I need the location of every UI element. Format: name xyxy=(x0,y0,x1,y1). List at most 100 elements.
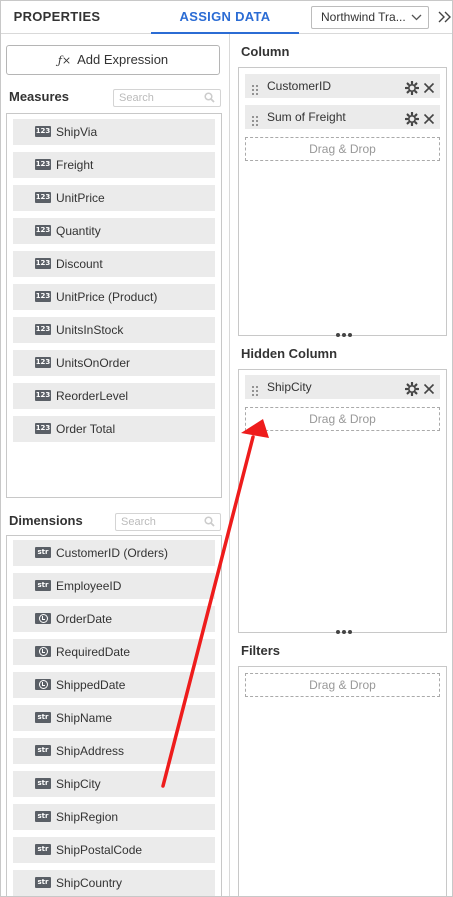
filters-drag-drop-area[interactable]: Drag & Drop xyxy=(245,673,440,697)
gear-icon[interactable] xyxy=(404,110,420,127)
dimension-item-label: ShipName xyxy=(56,711,113,725)
measure-item-label: ReorderLevel xyxy=(56,389,129,403)
number-type-icon: 123 xyxy=(35,357,51,368)
dimension-item-label: ShipAddress xyxy=(56,744,125,758)
measures-search-input[interactable]: Search xyxy=(113,89,221,107)
measure-item-label: UnitsInStock xyxy=(56,323,124,337)
string-type-icon: str xyxy=(35,811,51,822)
number-type-icon: 123 xyxy=(35,159,51,170)
hidden-column-resize-handle[interactable] xyxy=(336,630,356,636)
measure-item-label: UnitPrice xyxy=(56,191,105,205)
tab-properties[interactable]: PROPERTIES xyxy=(1,1,113,34)
dimension-item[interactable]: str ShipCity xyxy=(13,771,215,797)
column-resize-handle[interactable] xyxy=(336,333,356,339)
column-pill[interactable]: Sum of Freight xyxy=(245,105,440,129)
dimension-item-label: ShipPostalCode xyxy=(56,843,143,857)
assign-data-panel: PROPERTIES ASSIGN DATA Northwind Tra... … xyxy=(0,0,453,897)
number-type-icon: 123 xyxy=(35,324,51,335)
column-pill[interactable]: CustomerID xyxy=(245,74,440,98)
dimension-item[interactable]: RequiredDate xyxy=(13,639,215,665)
close-icon[interactable] xyxy=(423,380,435,395)
measure-item[interactable]: 123 UnitsInStock xyxy=(13,317,215,343)
drag-handle-icon[interactable] xyxy=(251,111,259,126)
number-type-icon: 123 xyxy=(35,192,51,203)
column-pill-label: CustomerID xyxy=(267,79,332,93)
measure-item[interactable]: 123 ReorderLevel xyxy=(13,383,215,409)
search-icon xyxy=(204,92,215,103)
date-type-icon xyxy=(35,646,51,657)
number-type-icon: 123 xyxy=(35,225,51,236)
measures-title: Measures xyxy=(9,89,69,104)
filters-drop-zone[interactable] xyxy=(238,666,447,896)
hidden-column-pill[interactable]: ShipCity xyxy=(245,375,440,399)
column-divider xyxy=(229,34,230,896)
column-drag-drop-area[interactable]: Drag & Drop xyxy=(245,137,440,161)
measure-item[interactable]: 123 Quantity xyxy=(13,218,215,244)
dimension-item-label: EmployeeID xyxy=(56,579,122,593)
measure-item[interactable]: 123 Order Total xyxy=(13,416,215,442)
gear-icon[interactable] xyxy=(404,79,420,96)
filters-title: Filters xyxy=(241,643,281,658)
dimension-item-label: CustomerID (Orders) xyxy=(56,546,169,560)
number-type-icon: 123 xyxy=(35,423,51,434)
measure-item-label: Quantity xyxy=(56,224,101,238)
date-type-icon xyxy=(35,613,51,624)
measure-item[interactable]: 123 Discount xyxy=(13,251,215,277)
date-type-icon xyxy=(35,679,51,690)
string-type-icon: str xyxy=(35,877,51,888)
column-pill-label: Sum of Freight xyxy=(267,110,346,124)
panel-tabs: PROPERTIES ASSIGN DATA Northwind Tra... xyxy=(1,1,452,34)
measure-item-label: ShipVia xyxy=(56,125,98,139)
dimension-item-label: OrderDate xyxy=(56,612,113,626)
measure-item-label: Discount xyxy=(56,257,103,271)
tab-assign-data[interactable]: ASSIGN DATA xyxy=(151,1,299,34)
chevron-down-icon xyxy=(411,7,422,28)
dimensions-title: Dimensions xyxy=(9,513,83,528)
dimension-item-label: RequiredDate xyxy=(56,645,131,659)
dimension-item[interactable]: str ShipName xyxy=(13,705,215,731)
number-type-icon: 123 xyxy=(35,258,51,269)
measure-item-label: Order Total xyxy=(56,422,116,436)
hidden-column-pill-label: ShipCity xyxy=(267,380,312,394)
dimensions-search-input[interactable]: Search xyxy=(115,513,221,531)
dimension-item[interactable]: str CustomerID (Orders) xyxy=(13,540,215,566)
function-icon: ƒ× xyxy=(57,54,72,67)
measures-search-placeholder: Search xyxy=(119,92,154,104)
measure-item-label: Freight xyxy=(56,158,94,172)
measure-item-label: UnitsOnOrder xyxy=(56,356,131,370)
string-type-icon: str xyxy=(35,712,51,723)
dimension-item[interactable]: OrderDate xyxy=(13,606,215,632)
dimension-item[interactable]: str ShipCountry xyxy=(13,870,215,896)
hidden-column-drag-drop-area[interactable]: Drag & Drop xyxy=(245,407,440,431)
measure-item[interactable]: 123 UnitsOnOrder xyxy=(13,350,215,376)
number-type-icon: 123 xyxy=(35,390,51,401)
column-title: Column xyxy=(241,44,290,59)
measure-item-label: UnitPrice (Product) xyxy=(56,290,158,304)
dimension-item[interactable]: str EmployeeID xyxy=(13,573,215,599)
measure-item[interactable]: 123 UnitPrice (Product) xyxy=(13,284,215,310)
dimension-item[interactable]: ShippedDate xyxy=(13,672,215,698)
string-type-icon: str xyxy=(35,547,51,558)
gear-icon[interactable] xyxy=(404,380,420,397)
dimension-item[interactable]: str ShipRegion xyxy=(13,804,215,830)
add-expression-button[interactable]: ƒ× Add Expression xyxy=(6,45,220,75)
datasource-selected: Northwind Tra... xyxy=(321,10,406,24)
dimension-item-label: ShipCity xyxy=(56,777,101,791)
dimension-item-label: ShippedDate xyxy=(56,678,126,692)
measure-item[interactable]: 123 Freight xyxy=(13,152,215,178)
drag-handle-icon[interactable] xyxy=(251,381,259,396)
dimension-item[interactable]: str ShipPostalCode xyxy=(13,837,215,863)
string-type-icon: str xyxy=(35,844,51,855)
double-chevron-right-icon[interactable] xyxy=(437,7,452,27)
datasource-dropdown[interactable]: Northwind Tra... xyxy=(311,6,429,29)
string-type-icon: str xyxy=(35,745,51,756)
string-type-icon: str xyxy=(35,580,51,591)
measure-item[interactable]: 123 ShipVia xyxy=(13,119,215,145)
close-icon[interactable] xyxy=(423,110,435,125)
drag-handle-icon[interactable] xyxy=(251,80,259,95)
dimension-item[interactable]: str ShipAddress xyxy=(13,738,215,764)
close-icon[interactable] xyxy=(423,79,435,94)
hidden-column-title: Hidden Column xyxy=(241,346,338,361)
dimension-item-label: ShipRegion xyxy=(56,810,119,824)
measure-item[interactable]: 123 UnitPrice xyxy=(13,185,215,211)
